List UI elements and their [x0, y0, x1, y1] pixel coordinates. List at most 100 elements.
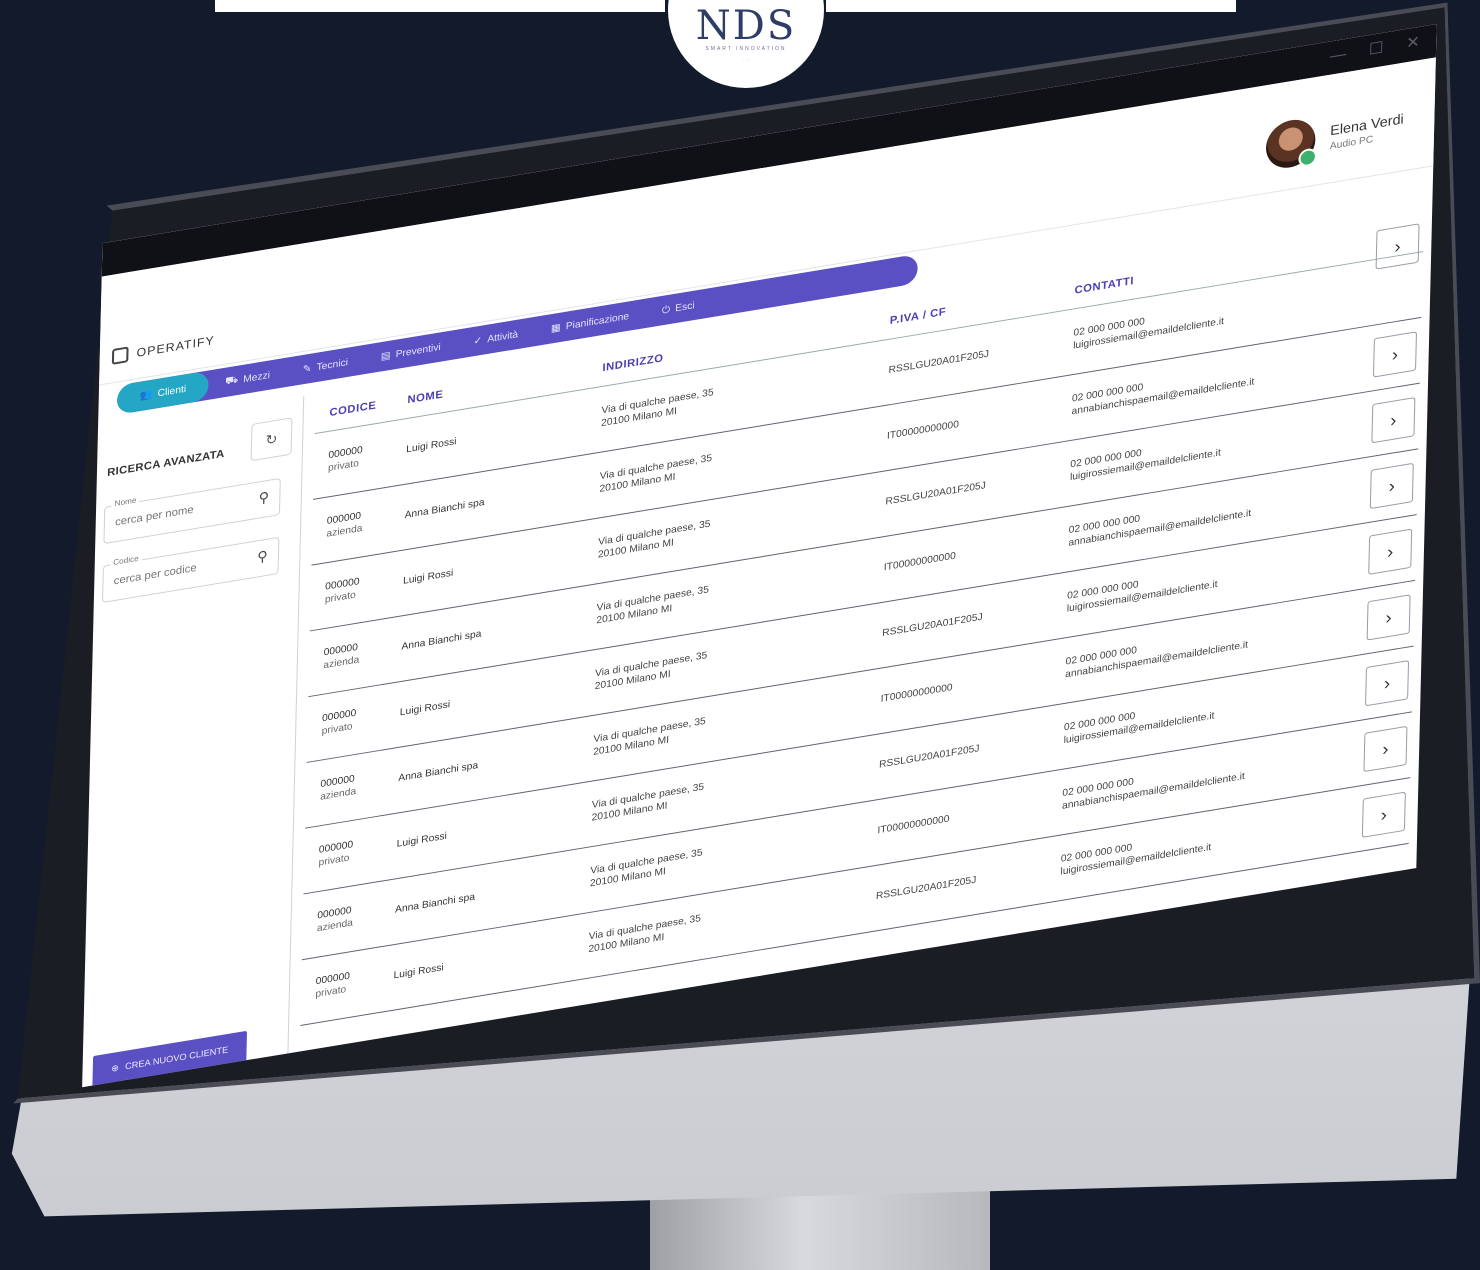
cell-address: Via di qualche paese, 35 20100 Milano MI	[601, 386, 714, 430]
chevron-right-icon: ›	[1390, 409, 1397, 431]
client-name: Luigi Rossi	[396, 830, 448, 850]
name-field-label: Nome	[111, 495, 140, 509]
cell-code: 000000 azienda	[323, 641, 360, 672]
column-header-piva[interactable]: P.IVA / CF	[890, 306, 947, 327]
client-piva: RSSLGU20A01F205J	[875, 874, 977, 903]
open-client-button[interactable]: ›	[1372, 331, 1418, 378]
tab-label: Clienti	[157, 383, 187, 399]
maximize-icon[interactable]: ☐	[1369, 40, 1384, 59]
tab-label: Pianificazione	[565, 310, 630, 332]
client-name: Anna Bianchi spa	[394, 891, 476, 916]
reset-filters-button[interactable]: ↻	[250, 417, 293, 462]
chevron-right-icon: ›	[1386, 540, 1394, 562]
cell-code: 000000 azienda	[317, 904, 354, 935]
cell-address: Via di qualche paese, 35 20100 Milano MI	[598, 518, 711, 562]
add-icon: ⊕	[111, 1062, 120, 1074]
cell-address: Via di qualche paese, 35 20100 Milano MI	[596, 583, 709, 627]
truck-icon: ⛟	[225, 373, 239, 387]
name-search-field: Nome ⚲	[103, 477, 281, 545]
cell-contacts: 02 000 000 000 annabianchispaemail@emaild…	[1062, 757, 1245, 813]
client-piva: RSSLGU20A01F205J	[888, 348, 990, 377]
open-client-button[interactable]: ›	[1371, 397, 1416, 444]
client-piva: IT00000000000	[877, 813, 950, 837]
cell-code: 000000 azienda	[320, 772, 357, 803]
cell-contacts: 02 000 000 000 luigirossiemail@emaildelcl…	[1063, 697, 1215, 747]
cell-code: 000000 privato	[318, 838, 353, 869]
tab-label: Tecnici	[316, 356, 349, 373]
client-name: Luigi Rossi	[399, 699, 451, 719]
column-header-codice[interactable]: CODICE	[329, 400, 376, 419]
column-header-contatti[interactable]: CONTATTI	[1074, 275, 1134, 297]
open-client-button[interactable]: ›	[1366, 594, 1411, 641]
search-icon[interactable]: ⚲	[258, 489, 269, 507]
cell-contacts: 02 000 000 000 annabianchispaemail@emaild…	[1065, 626, 1248, 682]
advanced-search-title: RICERCA AVANZATA	[107, 447, 225, 480]
calendar-icon: ▦	[550, 321, 561, 335]
open-client-button[interactable]: ›	[1361, 791, 1406, 838]
open-client-button[interactable]: ›	[1363, 725, 1408, 773]
chevron-right-icon: ›	[1391, 343, 1399, 365]
open-client-button[interactable]: ›	[1368, 528, 1413, 575]
banner-left	[215, 0, 665, 12]
tab-label: Esci	[675, 299, 695, 314]
avatar	[1265, 116, 1318, 172]
cell-address: Via di qualche paese, 35 20100 Milano MI	[590, 846, 703, 890]
client-name: Anna Bianchi spa	[398, 760, 479, 785]
cell-code: 000000 privato	[322, 707, 357, 738]
chevron-right-icon: ›	[1382, 738, 1389, 759]
cell-address: Via di qualche paese, 35 20100 Milano MI	[595, 649, 708, 693]
search-icon[interactable]: ⚲	[257, 547, 268, 565]
tab-label: Attività	[487, 328, 519, 345]
cell-address: Via di qualche paese, 35 20100 Milano MI	[593, 715, 706, 759]
wrench-icon: ✎	[302, 362, 312, 376]
cell-address: Via di qualche paese, 35 20100 Milano MI	[588, 912, 701, 956]
cell-contacts: 02 000 000 000 luigirossiemail@emaildelcl…	[1073, 302, 1224, 352]
cell-contacts: 02 000 000 000 luigirossiemail@emaildelcl…	[1067, 565, 1218, 615]
client-piva: RSSLGU20A01F205J	[878, 743, 980, 771]
client-name: Luigi Rossi	[393, 962, 444, 982]
open-client-button[interactable]: ›	[1375, 223, 1420, 270]
user-info: Elena Verdi Audio PC	[1330, 111, 1404, 153]
app-logo-icon	[111, 346, 129, 365]
code-field-label: Codice	[110, 553, 142, 568]
cell-address: Via di qualche paese, 35 20100 Milano MI	[591, 781, 704, 825]
chevron-right-icon: ›	[1383, 672, 1391, 694]
cell-code: 000000 azienda	[326, 509, 363, 540]
users-icon: 👥	[139, 388, 153, 402]
window-controls: — ☐ ✕	[1330, 34, 1420, 65]
brand-logo: NDS SMART INNOVATION · · ·	[668, 0, 824, 88]
cell-contacts: 02 000 000 000 annabianchispaemail@emaild…	[1071, 363, 1254, 419]
cell-contacts: 02 000 000 000 annabianchispaemail@emaild…	[1068, 494, 1251, 550]
cell-address: Via di qualche paese, 35 20100 Milano MI	[599, 452, 712, 496]
advanced-search-sidebar: ↻ RICERCA AVANZATA Nome ⚲ Codice ⚲ ⊕CREA…	[82, 395, 305, 1088]
minimize-icon[interactable]: —	[1330, 46, 1347, 65]
chevron-right-icon: ›	[1385, 606, 1392, 628]
client-name: Anna Bianchi spa	[404, 497, 485, 522]
tab-label: Mezzi	[243, 369, 271, 385]
client-name: Luigi Rossi	[406, 436, 457, 456]
client-name: Anna Bianchi spa	[401, 628, 482, 653]
client-piva: IT00000000000	[886, 419, 960, 442]
cell-code: 000000 privato	[315, 970, 350, 1001]
chevron-right-icon: ›	[1394, 235, 1401, 257]
column-header-indirizzo[interactable]: INDIRIZZO	[602, 352, 663, 374]
client-piva: RSSLGU20A01F205J	[885, 480, 986, 508]
client-piva: RSSLGU20A01F205J	[882, 611, 983, 640]
cell-code: 000000 privato	[328, 444, 363, 475]
chevron-right-icon: ›	[1388, 475, 1396, 496]
tab-label: Preventivi	[395, 341, 441, 360]
open-client-button[interactable]: ›	[1369, 462, 1414, 510]
code-search-field: Codice ⚲	[101, 536, 280, 604]
column-header-nome[interactable]: NOME	[407, 389, 443, 407]
chevron-right-icon: ›	[1380, 803, 1388, 825]
refresh-icon: ↻	[265, 429, 278, 448]
client-name: Luigi Rossi	[402, 567, 454, 587]
close-icon[interactable]: ✕	[1406, 34, 1420, 53]
user-profile[interactable]: Elena Verdi Audio PC	[1265, 102, 1404, 172]
power-icon: ⏻	[661, 303, 671, 317]
open-client-button[interactable]: ›	[1365, 660, 1410, 707]
brand-logo-mark: NDS	[695, 3, 797, 49]
online-status-icon	[1298, 147, 1318, 168]
banner-right	[826, 0, 1236, 12]
brand-logo-dots: · · ·	[742, 57, 750, 62]
